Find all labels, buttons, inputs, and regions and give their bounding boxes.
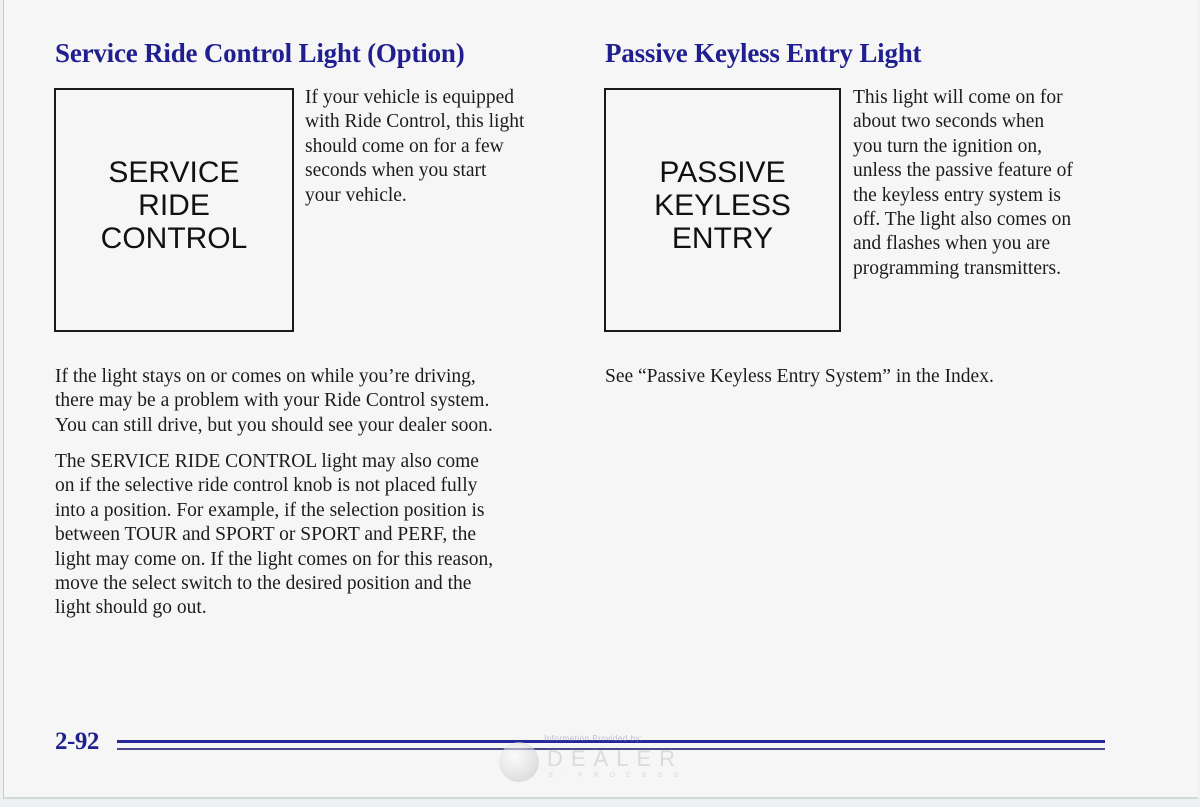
heading-passive-keyless-entry: Passive Keyless Entry Light bbox=[605, 38, 922, 68]
heading-service-ride-control: Service Ride Control Light (Option) bbox=[55, 38, 465, 68]
text-line: about two seconds when bbox=[853, 111, 1045, 133]
text-line: If your vehicle is equipped bbox=[305, 87, 515, 108]
text-line: off. The light also comes on bbox=[853, 209, 1072, 231]
indicator-line: RIDE bbox=[138, 188, 210, 222]
text-line: with Ride Control, this light bbox=[305, 111, 525, 133]
text-line: The SERVICE RIDE CONTROL light may also … bbox=[55, 451, 479, 472]
text-line: seconds when you start bbox=[305, 160, 487, 182]
text-line: light should go out. bbox=[55, 597, 207, 619]
indicator-label: PASSIVE KEYLESS ENTRY bbox=[654, 156, 791, 255]
indicator-line: SERVICE bbox=[108, 155, 240, 189]
passive-keyless-entry-indicator: PASSIVE KEYLESS ENTRY bbox=[604, 88, 841, 332]
service-ride-control-indicator: SERVICE RIDE CONTROL bbox=[54, 88, 294, 332]
ride-control-knob-paragraph: The SERVICE RIDE CONTROL light may also … bbox=[55, 450, 575, 621]
indicator-line: PASSIVE bbox=[659, 155, 786, 189]
watermark-caption: Information Provided by: bbox=[544, 734, 643, 743]
text-line: See “Passive Keyless Entry System” in th… bbox=[605, 366, 994, 387]
text-line: on if the selective ride control knob is… bbox=[55, 475, 478, 497]
text-line: you turn the ignition on, bbox=[853, 135, 1043, 157]
globe-icon bbox=[499, 742, 539, 782]
indicator-line: ENTRY bbox=[671, 221, 774, 255]
text-line: unless the passive feature of bbox=[853, 160, 1073, 182]
text-line: the keyless entry system is bbox=[853, 184, 1061, 206]
keyless-entry-reference-paragraph: See “Passive Keyless Entry System” in th… bbox=[605, 365, 1105, 389]
text-line: You can still drive, but you should see … bbox=[55, 414, 493, 436]
text-line: This light will come on for bbox=[853, 87, 1063, 108]
keyless-entry-intro-text: This light will come on for about two se… bbox=[853, 86, 1113, 281]
text-line: and flashes when you are bbox=[853, 233, 1051, 255]
text-line: between TOUR and SPORT or SPORT and PERF… bbox=[55, 524, 476, 546]
text-line: move the select switch to the desired po… bbox=[55, 573, 472, 595]
text-line: there may be a problem with your Ride Co… bbox=[55, 390, 490, 412]
text-line: into a position. For example, if the sel… bbox=[55, 499, 485, 521]
dealer-watermark: Information Provided by: DEALER E-PROCES… bbox=[499, 734, 699, 786]
watermark-subtitle: E-PROCESS bbox=[549, 772, 690, 779]
text-line: If the light stays on or comes on while … bbox=[55, 366, 476, 387]
text-line: your vehicle. bbox=[305, 184, 407, 206]
watermark-brand: DEALER bbox=[547, 746, 684, 771]
indicator-line: CONTROL bbox=[100, 221, 248, 255]
ride-control-warning-paragraph: If the light stays on or comes on while … bbox=[55, 365, 575, 438]
manual-page: Service Ride Control Light (Option) Pass… bbox=[3, 0, 1198, 799]
indicator-line: KEYLESS bbox=[654, 188, 791, 222]
ride-control-intro-text: If your vehicle is equipped with Ride Co… bbox=[305, 86, 567, 208]
page-number: 2-92 bbox=[55, 728, 99, 755]
text-line: programming transmitters. bbox=[853, 257, 1061, 279]
indicator-label: SERVICE RIDE CONTROL bbox=[101, 156, 248, 255]
text-line: should come on for a few bbox=[305, 135, 504, 157]
text-line: light may come on. If the light comes on… bbox=[55, 548, 494, 570]
